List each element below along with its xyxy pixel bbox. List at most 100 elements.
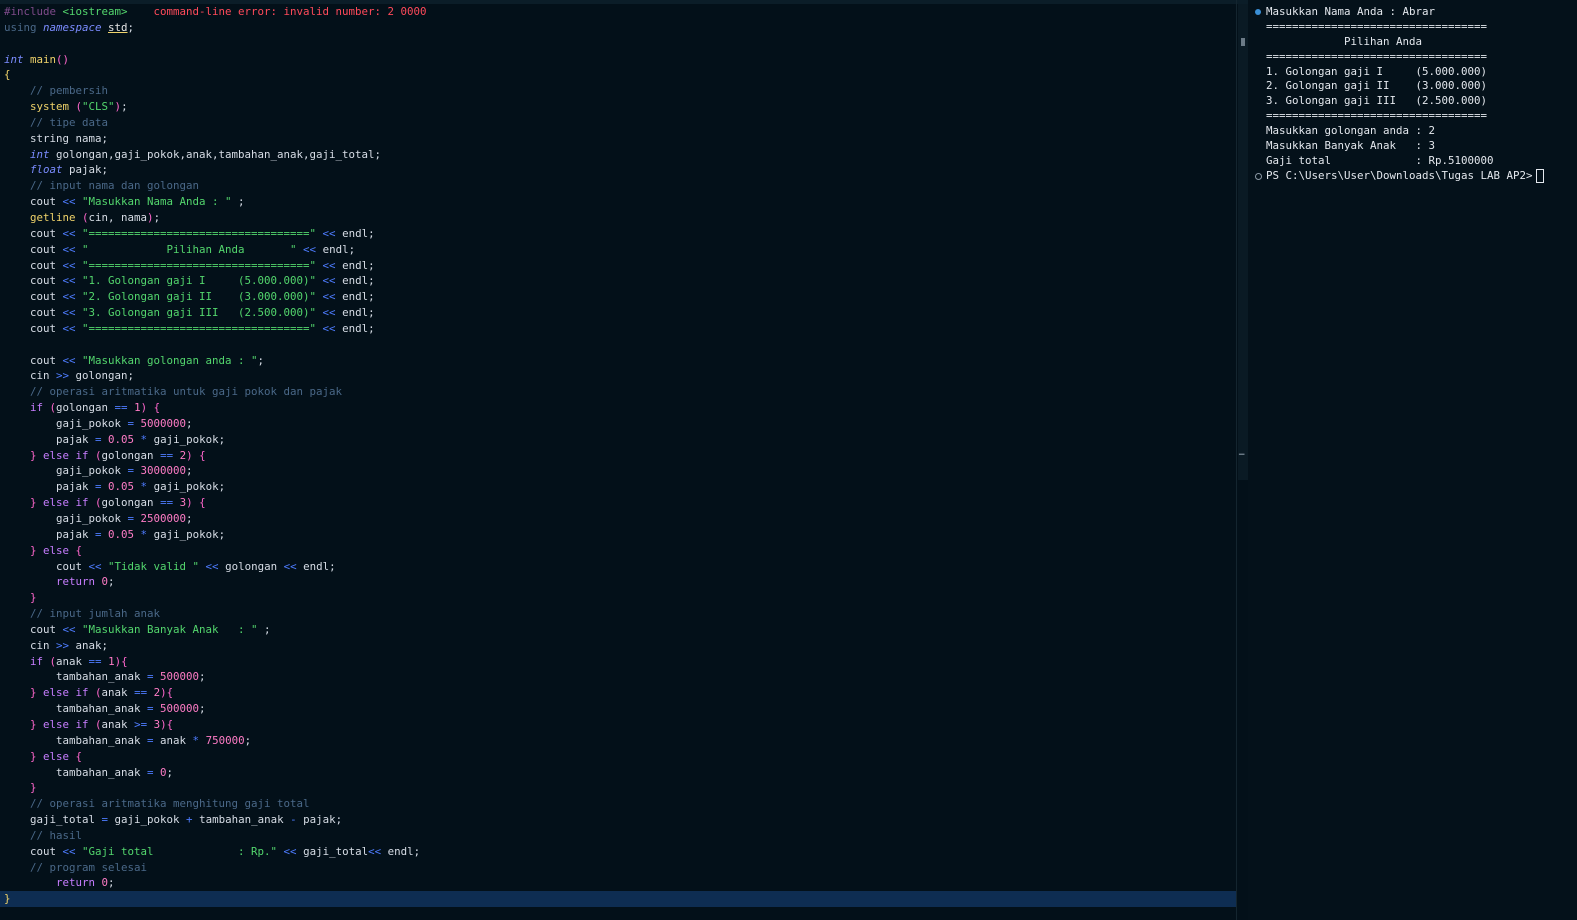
code-line[interactable]: if (golongan == 1) { <box>0 400 1236 416</box>
code-line[interactable]: } else if (golongan == 2) { <box>0 448 1236 464</box>
code-line[interactable]: gaji_pokok = 3000000; <box>0 463 1236 479</box>
code-line[interactable]: string nama; <box>0 131 1236 147</box>
code-line[interactable]: pajak = 0.05 * gaji_pokok; <box>0 432 1236 448</box>
pane-divider[interactable] <box>1236 0 1237 920</box>
code-line[interactable]: tambahan_anak = 500000; <box>0 669 1236 685</box>
code-line[interactable]: // pembersih <box>0 83 1236 99</box>
code-line[interactable]: gaji_pokok = 2500000; <box>0 511 1236 527</box>
code-token: golongan <box>101 496 161 510</box>
code-line[interactable]: pajak = 0.05 * gaji_pokok; <box>0 527 1236 543</box>
terminal-cursor-icon[interactable] <box>1535 168 1544 183</box>
code-token: ) { <box>140 401 161 415</box>
code-line[interactable]: cout << " Pilihan Anda " << endl; <box>0 242 1236 258</box>
code-line[interactable]: cout << "Masukkan Banyak Anak : " ; <box>0 622 1236 638</box>
code-token: "Masukkan Banyak Anak : " <box>82 622 258 636</box>
code-token: } <box>4 717 44 731</box>
code-token: anak <box>101 686 135 700</box>
code-editor[interactable]: #include <iostream> command-line error: … <box>0 0 1248 920</box>
code-token: { <box>75 749 83 763</box>
code-token: == <box>88 654 109 668</box>
code-token: string nama; <box>4 131 109 145</box>
code-line[interactable]: tambahan_anak = anak * 750000; <box>0 733 1236 749</box>
terminal-text: ================================== <box>1266 19 1488 33</box>
code-token: ) { <box>186 448 206 462</box>
code-line[interactable]: } <box>0 780 1236 796</box>
code-line[interactable]: gaji_total = gaji_pokok + tambahan_anak … <box>0 812 1236 828</box>
code-line[interactable]: cout << "3. Golongan gaji III (2.500.000… <box>0 305 1236 321</box>
code-token: = <box>95 432 109 446</box>
code-token: // pembersih <box>4 84 109 98</box>
code-line[interactable]: tambahan_anak = 0; <box>0 765 1236 781</box>
editor-scrollbar[interactable]: ▔ <box>1238 4 1248 480</box>
code-token: << <box>88 559 109 573</box>
code-line[interactable]: } <box>0 891 1236 908</box>
code-token: = <box>127 416 141 430</box>
code-line[interactable]: using namespace std; <box>0 20 1236 36</box>
code-line[interactable]: // input nama dan golongan <box>0 178 1236 194</box>
code-token: cin, nama <box>88 210 148 224</box>
code-line[interactable]: system ("CLS"); <box>0 99 1236 115</box>
code-line[interactable]: cout << "Gaji total : Rp." << gaji_total… <box>0 844 1236 860</box>
code-token: tambahan_anak <box>4 702 148 716</box>
code-line[interactable]: #include <iostream> command-line error: … <box>0 4 1236 20</box>
code-line[interactable]: cout << "===============================… <box>0 226 1236 242</box>
code-line[interactable]: } <box>0 590 1236 606</box>
code-token: ; <box>121 100 128 114</box>
code-line[interactable]: { <box>0 67 1236 83</box>
code-line[interactable]: cin >> golongan; <box>0 368 1236 384</box>
code-token: endl; <box>342 274 375 288</box>
terminal-prompt-line[interactable]: PS C:\Users\User\Downloads\Tugas LAB AP2… <box>1249 168 1544 184</box>
code-line[interactable]: gaji_pokok = 5000000; <box>0 416 1236 432</box>
code-token: namespace <box>43 20 109 34</box>
code-token: int <box>4 52 31 66</box>
code-line[interactable]: return 0; <box>0 574 1236 590</box>
code-line[interactable]: cin >> anak; <box>0 638 1236 654</box>
code-line[interactable]: cout << "2. Golongan gaji II (3.000.000)… <box>0 289 1236 305</box>
code-token: = <box>101 813 115 827</box>
code-token: = <box>95 480 109 494</box>
code-token: // operasi aritmatika menghitung gaji to… <box>4 797 310 811</box>
code-line[interactable]: int main() <box>0 52 1236 68</box>
code-line[interactable]: tambahan_anak = 500000; <box>0 701 1236 717</box>
code-line[interactable]: cout << "1. Golongan gaji I (5.000.000)"… <box>0 273 1236 289</box>
code-line[interactable]: if (anak == 1){ <box>0 654 1236 670</box>
code-line[interactable]: int golongan,gaji_pokok,anak,tambahan_an… <box>0 147 1236 163</box>
command-status-icon[interactable] <box>1255 172 1262 180</box>
code-token: cin <box>4 369 57 383</box>
code-token: << <box>62 353 83 367</box>
code-line[interactable]: } else if (anak >= 3){ <box>0 717 1236 733</box>
code-line[interactable]: return 0; <box>0 875 1236 891</box>
code-line[interactable]: } else { <box>0 749 1236 765</box>
code-line[interactable]: // program selesai <box>0 860 1236 876</box>
code-line[interactable]: cout << "Masukkan golongan anda : "; <box>0 353 1236 369</box>
code-token: } <box>4 496 44 510</box>
code-line[interactable]: cout << "Tidak valid " << golongan << en… <box>0 559 1236 575</box>
code-line[interactable]: // input jumlah anak <box>0 606 1236 622</box>
code-line[interactable]: cout << "===============================… <box>0 258 1236 274</box>
code-token: endl; <box>342 258 375 272</box>
code-token: anak <box>56 654 89 668</box>
code-line[interactable]: // operasi aritmatika menghitung gaji to… <box>0 796 1236 812</box>
code-token: else if <box>43 717 96 731</box>
code-line[interactable]: // hasil <box>0 828 1236 844</box>
code-token: // hasil <box>4 828 83 842</box>
code-line[interactable]: // operasi aritmatika untuk gaji pokok d… <box>0 384 1236 400</box>
code-line[interactable]: getline (cin, nama); <box>0 210 1236 226</box>
code-lines[interactable]: #include <iostream> command-line error: … <box>0 4 1236 908</box>
code-line[interactable] <box>0 36 1236 52</box>
code-line[interactable]: } else if (golongan == 3) { <box>0 495 1236 511</box>
code-line[interactable]: // tipe data <box>0 115 1236 131</box>
code-token: { <box>75 543 83 557</box>
code-line[interactable]: cout << "Masukkan Nama Anda : " ; <box>0 194 1236 210</box>
code-token: pajak; <box>303 813 343 827</box>
code-line[interactable] <box>0 337 1236 353</box>
code-line[interactable]: } else { <box>0 543 1236 559</box>
command-status-icon[interactable] <box>1255 9 1261 15</box>
code-line[interactable]: float pajak; <box>0 162 1236 178</box>
terminal-text: 3. Golongan gaji III (2.500.000) <box>1266 94 1488 108</box>
terminal-panel[interactable]: Masukkan Nama Anda : Abrar ==============… <box>1249 0 1577 920</box>
code-line[interactable]: pajak = 0.05 * gaji_pokok; <box>0 479 1236 495</box>
code-line[interactable]: } else if (anak == 2){ <box>0 685 1236 701</box>
code-line[interactable]: cout << "===============================… <box>0 321 1236 337</box>
code-token: tambahan_anak <box>4 733 148 747</box>
